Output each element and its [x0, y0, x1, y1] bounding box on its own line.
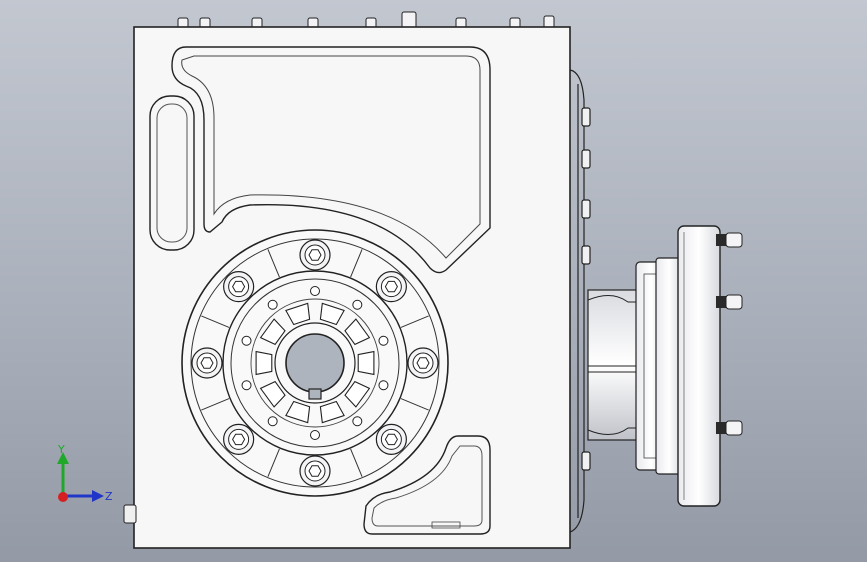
cover-hole	[241, 335, 252, 346]
gearbox-model[interactable]	[0, 0, 867, 562]
cover-hole	[378, 335, 389, 346]
cover-hole	[352, 416, 363, 427]
bolt-hex-socket	[232, 280, 246, 293]
bolt-hex-socket	[416, 357, 430, 369]
cover-hole	[378, 380, 389, 391]
cover-window	[357, 350, 375, 376]
z-axis-arrowhead	[92, 490, 104, 502]
housing-side-flange	[569, 69, 591, 533]
bolt-hex-socket	[200, 357, 214, 369]
axis-triad: Y Z	[57, 443, 113, 503]
coupling-assembly[interactable]	[587, 257, 683, 475]
cad-viewport[interactable]: Y Z	[0, 0, 867, 562]
cover-hole	[352, 299, 363, 310]
x-axis-dot	[58, 492, 68, 502]
cover-hole	[267, 299, 278, 310]
cover-hole	[310, 286, 320, 296]
bolt-hex-socket	[308, 249, 322, 261]
bolt-hex-socket	[384, 280, 398, 293]
y-axis-label: Y	[57, 443, 65, 456]
cover-hole	[310, 430, 320, 440]
bolt-hex-socket	[308, 465, 322, 477]
z-axis-label: Z	[105, 490, 113, 503]
top-bolt-heads	[177, 11, 555, 29]
cover-hole	[267, 416, 278, 427]
bottom-left-bolt	[123, 504, 137, 524]
bolt-hex-socket	[384, 433, 398, 446]
cover-window	[255, 350, 273, 376]
bolt-hex-socket	[232, 433, 246, 446]
cover-hole	[241, 380, 252, 391]
